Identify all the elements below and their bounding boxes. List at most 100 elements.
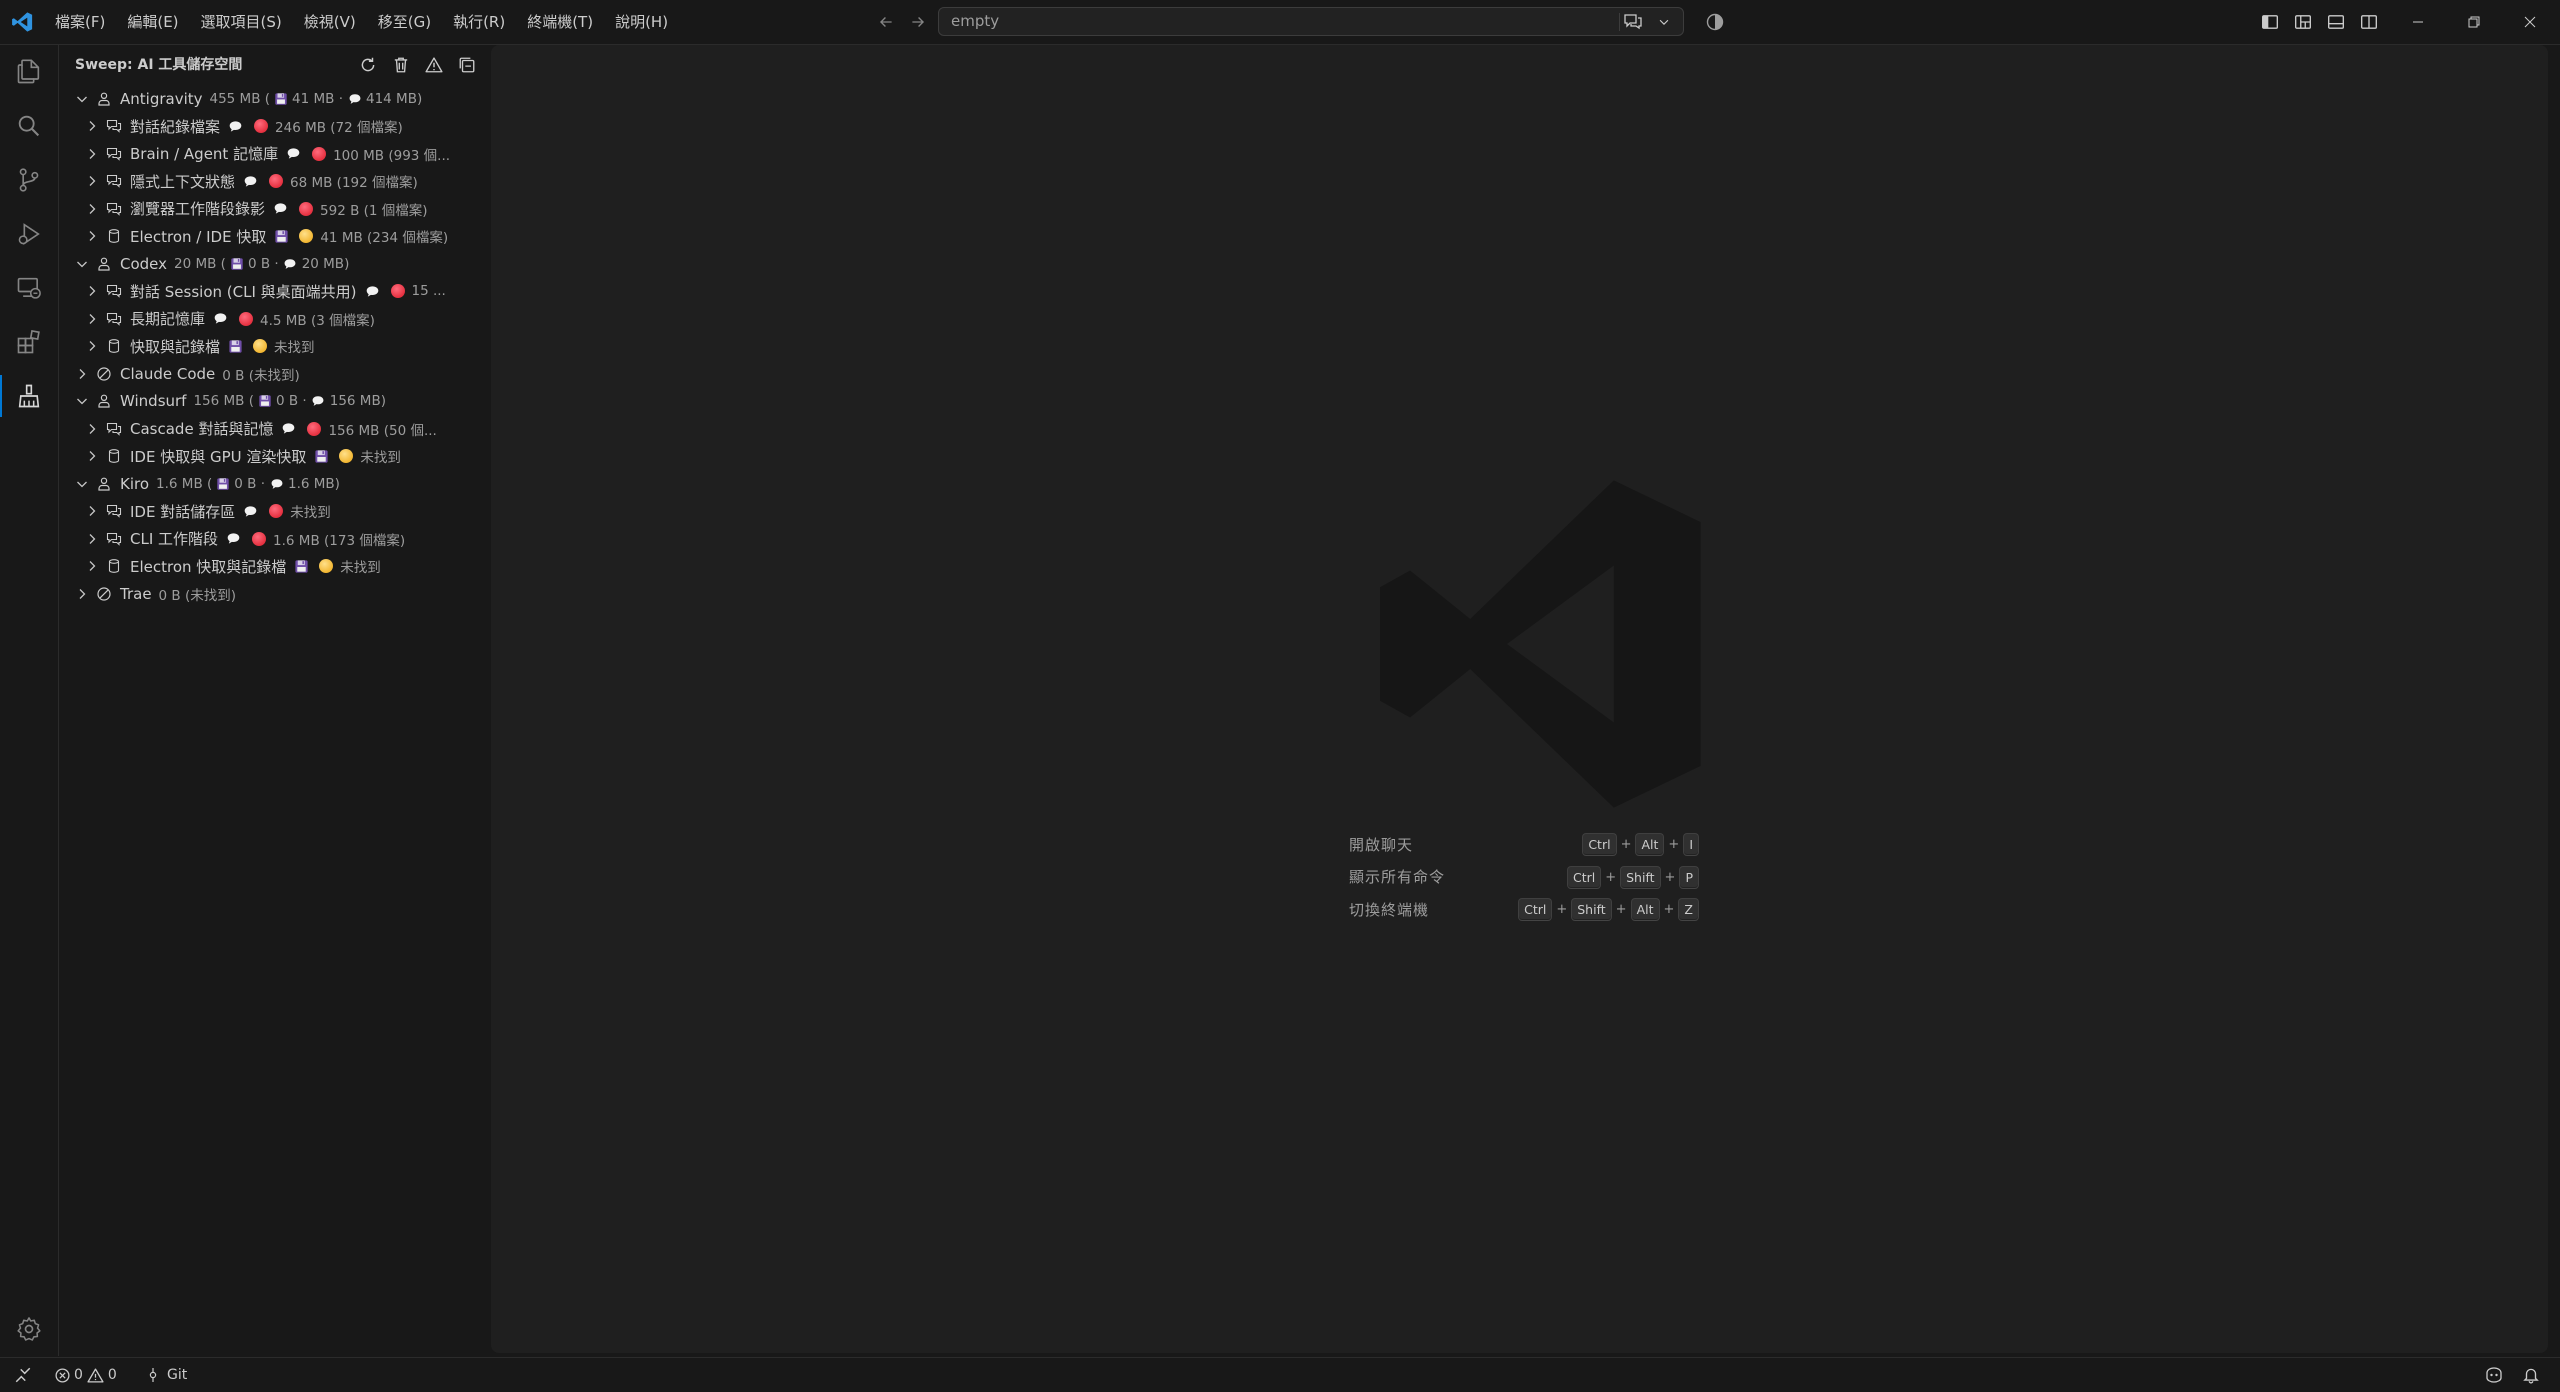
git-status[interactable]: Git <box>145 1358 187 1392</box>
search-icon[interactable] <box>0 99 58 153</box>
tree-item-row[interactable]: IDE 快取與 GPU 渲染快取 未找到 <box>59 443 488 471</box>
chevron-right-icon[interactable] <box>83 200 101 218</box>
keycap: Shift <box>1620 865 1661 889</box>
tree-item-row[interactable]: 對話 Session (CLI 與桌面端共用) 15 ... <box>59 278 488 306</box>
explorer-icon[interactable] <box>0 45 58 99</box>
chevron-right-icon[interactable] <box>83 557 101 575</box>
storage-tree: Antigravity 455 MB (41 MB · 414 MB) 對話紀錄檔案 2… <box>59 85 488 608</box>
run-debug-icon[interactable] <box>0 207 58 261</box>
chevron-right-icon[interactable] <box>83 117 101 135</box>
menu-item-3[interactable]: 檢視(V) <box>293 7 367 37</box>
chevron-right-icon[interactable] <box>83 145 101 163</box>
tree-item-row[interactable]: IDE 對話儲存區 未找到 <box>59 498 488 526</box>
tree-group-row[interactable]: Kiro 1.6 MB (0 B · 1.6 MB) <box>59 470 488 498</box>
minimize-icon[interactable] <box>2390 0 2446 44</box>
menu-item-6[interactable]: 終端機(T) <box>516 7 604 37</box>
group-label: Antigravity <box>120 89 203 108</box>
git-label: Git <box>167 1367 188 1383</box>
tree-item-row[interactable]: 對話紀錄檔案 246 MB (72 個檔案) <box>59 113 488 141</box>
close-icon[interactable] <box>2502 0 2558 44</box>
chevron-right-icon[interactable] <box>73 365 91 383</box>
blocked-icon <box>93 585 115 603</box>
chat-toggle-icon[interactable] <box>1621 12 1645 32</box>
trash-icon[interactable] <box>388 52 414 78</box>
refresh-icon[interactable] <box>355 52 381 78</box>
chevron-down-icon[interactable] <box>73 255 91 273</box>
settings-gear-icon[interactable] <box>0 1302 58 1356</box>
chevron-right-icon[interactable] <box>83 310 101 328</box>
shortcut-row: 切換終端機 Ctrl + Shift + Alt + Z <box>1349 893 1699 926</box>
chevron-right-icon[interactable] <box>83 227 101 245</box>
key-plus: + <box>1668 837 1680 852</box>
chevron-right-icon[interactable] <box>83 502 101 520</box>
copilot-icon[interactable] <box>1702 9 1728 35</box>
remote-indicator-icon[interactable] <box>14 1358 32 1392</box>
vscode-logo-icon[interactable] <box>0 0 44 44</box>
tree-item-row[interactable]: Electron / IDE 快取 41 MB (234 個檔案) <box>59 223 488 251</box>
tree-item-row[interactable]: Brain / Agent 記憶庫 100 MB (993 個... <box>59 140 488 168</box>
chevron-down-icon[interactable] <box>73 475 91 493</box>
source-control-icon[interactable] <box>0 153 58 207</box>
tree-item-row[interactable]: 長期記憶庫 4.5 MB (3 個檔案) <box>59 305 488 333</box>
red-status-dot <box>252 531 267 546</box>
warning-icon[interactable] <box>421 52 447 78</box>
remote-explorer-icon[interactable] <box>0 261 58 315</box>
toggle-secondary-sidebar-icon[interactable] <box>2356 9 2382 35</box>
chevron-right-icon[interactable] <box>83 337 101 355</box>
tree-item-row[interactable]: Electron 快取與記錄檔 未找到 <box>59 553 488 581</box>
menu-item-0[interactable]: 檔案(F) <box>44 7 116 37</box>
extensions-icon[interactable] <box>0 315 58 369</box>
chevron-down-icon[interactable] <box>73 392 91 410</box>
collapse-all-icon[interactable] <box>454 52 480 78</box>
tree-group-row[interactable]: Claude Code 0 B (未找到) <box>59 360 488 388</box>
item-label: IDE 對話儲存區 <box>130 502 236 521</box>
notifications-bell-icon[interactable] <box>2522 1358 2540 1392</box>
menu-item-2[interactable]: 選取項目(S) <box>190 7 293 37</box>
problems-indicator[interactable]: 0 0 <box>54 1358 117 1392</box>
database-icon <box>103 337 125 355</box>
tree-item-row[interactable]: CLI 工作階段 1.6 MB (173 個檔案) <box>59 525 488 553</box>
tree-group-row[interactable]: Antigravity 455 MB (41 MB · 414 MB) <box>59 85 488 113</box>
customize-layout-icon[interactable] <box>2290 9 2316 35</box>
chevron-right-icon[interactable] <box>83 282 101 300</box>
chevron-right-icon[interactable] <box>83 420 101 438</box>
menu-item-1[interactable]: 編輯(E) <box>116 7 189 37</box>
chevron-right-icon[interactable] <box>83 530 101 548</box>
group-chat-size: 20 MB) <box>301 255 350 272</box>
menu-item-7[interactable]: 說明(H) <box>604 7 679 37</box>
chevron-down-icon[interactable] <box>73 90 91 108</box>
group-chat-size: 414 MB) <box>366 90 423 107</box>
shortcut-keys: Ctrl + Shift + Alt + Z <box>1518 898 1699 921</box>
copilot-status-icon[interactable] <box>2484 1358 2504 1392</box>
database-icon <box>103 227 125 245</box>
back-arrow-icon[interactable] <box>873 9 899 35</box>
tree-item-row[interactable]: 隱式上下文狀態 68 MB (192 個檔案) <box>59 168 488 196</box>
chevron-right-icon[interactable] <box>73 585 91 603</box>
group-chat-size: 156 MB) <box>329 393 386 410</box>
tree-item-row[interactable]: 快取與記錄檔 未找到 <box>59 333 488 361</box>
item-label: 對話 Session (CLI 與桌面端共用) <box>130 282 357 301</box>
menu-item-4[interactable]: 移至(G) <box>367 7 442 37</box>
group-summary: 1.6 MB (0 B · 1.6 MB) <box>156 476 340 492</box>
tree-group-row[interactable]: Trae 0 B (未找到) <box>59 580 488 608</box>
warning-count: 0 <box>107 1367 117 1383</box>
chat-history-icon <box>103 282 125 300</box>
tree-item-row[interactable]: Cascade 對話與記憶 156 MB (50 個... <box>59 415 488 443</box>
menu-item-5[interactable]: 執行(R) <box>442 7 516 37</box>
group-cache-size: 41 MB · <box>292 90 343 107</box>
forward-arrow-icon[interactable] <box>905 9 931 35</box>
toggle-panel-icon[interactable] <box>2323 9 2349 35</box>
chevron-down-icon[interactable] <box>1653 12 1675 32</box>
shortcut-keys: Ctrl + Shift + P <box>1566 865 1699 889</box>
tree-group-row[interactable]: Codex 20 MB (0 B · 20 MB) <box>59 250 488 278</box>
title-bar: 檔案(F) 編輯(E) 選取項目(S) 檢視(V) 移至(G) 執行(R) 終端機(T) 說明… <box>0 0 2560 45</box>
chevron-right-icon[interactable] <box>83 447 101 465</box>
tree-item-row[interactable]: 瀏覽器工作階段錄影 592 B (1 個檔案) <box>59 195 488 223</box>
toggle-primary-sidebar-icon[interactable] <box>2257 9 2283 35</box>
chevron-right-icon[interactable] <box>83 172 101 190</box>
item-badges <box>285 146 327 161</box>
restore-icon[interactable] <box>2446 0 2502 44</box>
tree-group-row[interactable]: Windsurf 156 MB (0 B · 156 MB) <box>59 388 488 416</box>
sweep-broom-icon[interactable] <box>0 369 58 423</box>
command-center-search[interactable]: empty <box>938 7 1684 36</box>
